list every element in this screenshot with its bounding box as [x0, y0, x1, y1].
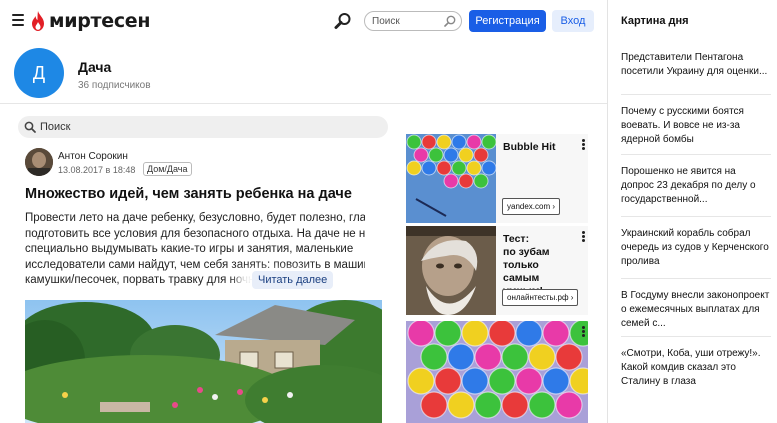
- header-search-field[interactable]: [364, 11, 462, 31]
- login-button[interactable]: Вход: [552, 10, 594, 32]
- site-logo[interactable]: миртесен: [31, 9, 151, 33]
- dacha-house-photo: [25, 300, 382, 423]
- ad-title[interactable]: Bubble Hit: [503, 141, 578, 154]
- news-list: Представители Пентагона посетили Украину…: [621, 42, 771, 400]
- read-more-button[interactable]: Читать далее: [252, 271, 334, 289]
- ad-image: [406, 226, 496, 315]
- ad-title-line: Тест:: [503, 233, 530, 245]
- news-item[interactable]: Почему с русскими боятся воевать. И вовс…: [621, 94, 771, 154]
- author-avatar[interactable]: [25, 148, 53, 176]
- group-header: Д Дача 36 подписчиков: [0, 42, 607, 104]
- ad-domain-button[interactable]: онлайнтесты.рф ›: [502, 289, 579, 306]
- more-options-icon[interactable]: [582, 231, 586, 243]
- ad-bubbles-banner[interactable]: [406, 321, 588, 423]
- logo-text: миртесен: [49, 10, 151, 32]
- ad-title-line: по зубам: [503, 246, 550, 258]
- ad-bubble-hit[interactable]: Bubble Hit yandex.com ›: [406, 134, 588, 223]
- sidebar-title: Картина дня: [621, 15, 689, 27]
- header-search-input[interactable]: [372, 15, 442, 28]
- bubbles-banner-image: [406, 321, 588, 423]
- news-sidebar: Картина дня Представители Пентагона посе…: [607, 0, 777, 423]
- ad-quiz[interactable]: Тест: по зубам только самым умным! онлай…: [406, 226, 588, 315]
- news-item[interactable]: «Смотри, Коба, уши отрежу!». Какой комди…: [621, 336, 771, 400]
- ad-title-line: только самым: [503, 259, 540, 284]
- menu-icon[interactable]: [12, 14, 24, 26]
- subscriber-count: 36 подписчиков: [78, 80, 151, 91]
- excerpt-line: специально выдумывать какие-то игры и за…: [25, 243, 354, 255]
- excerpt-line: подготовить все условия для безопасного …: [25, 227, 365, 240]
- ad-domain-button[interactable]: yandex.com ›: [502, 198, 561, 215]
- top-header: миртесен Регистрация Вход: [0, 0, 607, 42]
- group-title[interactable]: Дача: [78, 59, 111, 75]
- news-item[interactable]: В Госдуму внесли законопроект о ежемесяч…: [621, 278, 771, 336]
- register-button[interactable]: Регистрация: [469, 10, 546, 32]
- search-icon: [24, 121, 36, 133]
- search-icon[interactable]: [334, 12, 352, 30]
- flame-logo-icon: [32, 11, 44, 31]
- news-item[interactable]: Порошенко не явится на допрос 23 декабря…: [621, 154, 771, 216]
- author-name[interactable]: Антон Сорокин: [58, 151, 128, 162]
- author-photo: [25, 148, 53, 176]
- group-avatar[interactable]: Д: [14, 48, 64, 98]
- excerpt-line: Провести лето на даче ребенку, безусловн…: [25, 212, 365, 224]
- post-image[interactable]: [25, 300, 382, 423]
- ad-image: [406, 134, 496, 223]
- category-tag[interactable]: Дом/Дача: [143, 162, 192, 176]
- group-search-field[interactable]: [18, 116, 388, 138]
- more-options-icon[interactable]: [582, 326, 586, 338]
- post-date: 13.08.2017 в 18:48: [58, 165, 136, 175]
- more-options-icon[interactable]: [582, 139, 586, 151]
- group-search-input[interactable]: [40, 120, 360, 134]
- news-item[interactable]: Украинский корабль собрал очередь из суд…: [621, 216, 771, 278]
- bubbles-game-image: [406, 134, 496, 223]
- post-title[interactable]: Множество идей, чем занять ребенка на да…: [25, 185, 385, 203]
- news-item[interactable]: Представители Пентагона посетили Украину…: [621, 42, 771, 94]
- old-man-portrait-image: [406, 226, 496, 315]
- magnifier-icon[interactable]: [444, 15, 456, 27]
